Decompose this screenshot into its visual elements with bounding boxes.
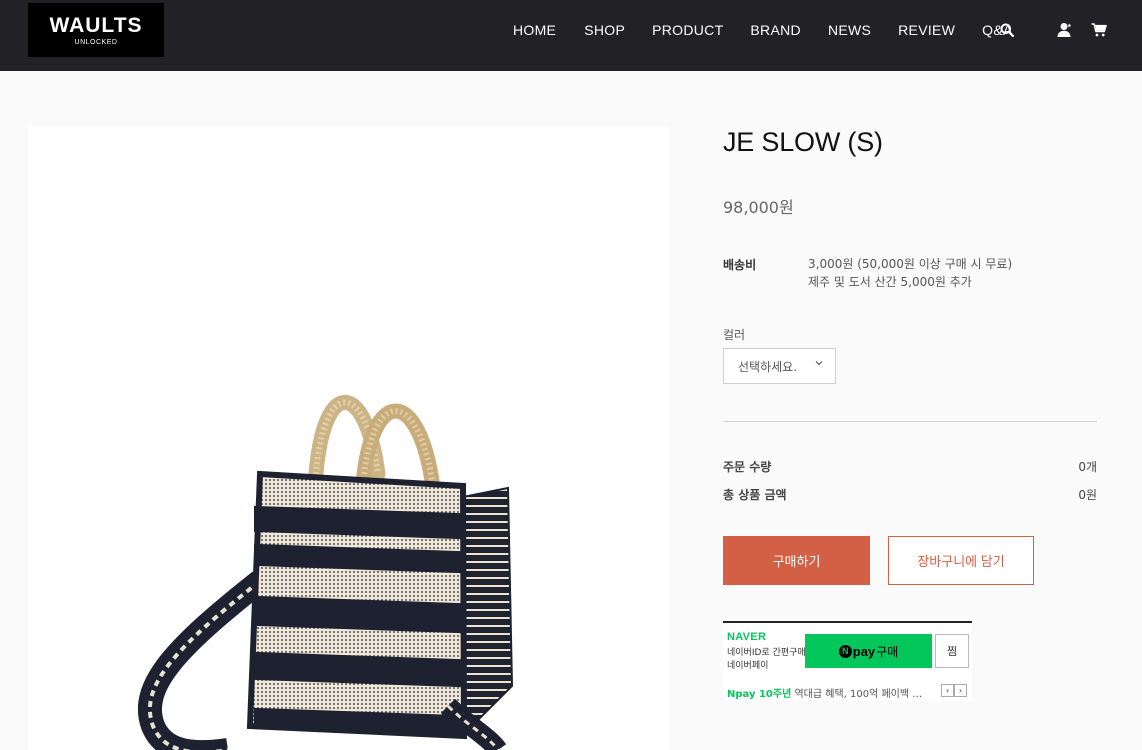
promo-nav: ‹ ›	[941, 684, 967, 697]
naver-pay-buy-button[interactable]: N pay 구매	[805, 634, 932, 668]
naver-n-icon: N	[838, 644, 852, 658]
promo-text: 역대급 혜택, 100억 페이백 …	[794, 689, 923, 700]
pay-word: pay	[852, 643, 876, 659]
site-logo[interactable]: WAULTS UNLOCKED	[28, 3, 164, 57]
naver-pay-name: 네이버페이	[727, 661, 769, 671]
add-to-cart-button[interactable]: 장바구니에 담기	[888, 536, 1034, 585]
product-title: JE SLOW (S)	[723, 127, 883, 157]
promo-highlight: Npay 10주년	[727, 689, 792, 700]
wishlist-button[interactable]: 찜	[935, 634, 969, 668]
color-option-label: 컬러	[723, 328, 746, 342]
order-quantity-value: 0개	[1078, 460, 1097, 474]
next-arrow-icon[interactable]: ›	[954, 684, 967, 697]
tote-bag-illustration	[137, 394, 514, 750]
shipping-fee-text: 3,000원 (50,000원 이상 구매 시 무료)	[808, 257, 1013, 271]
header-icons	[998, 20, 1108, 40]
color-select[interactable]: 선택하세요.	[723, 348, 836, 384]
product-image	[28, 126, 669, 750]
total-price-value: 0원	[1078, 488, 1097, 502]
buy-now-button[interactable]: 구매하기	[723, 536, 870, 585]
nav-review[interactable]: REVIEW	[898, 20, 955, 40]
naver-pay-widget: NAVER 네이버ID로 간편구매 네이버페이 N pay 구매 찜 Npay …	[723, 621, 972, 701]
cart-icon[interactable]	[1090, 20, 1108, 40]
prev-arrow-icon[interactable]: ‹	[941, 684, 954, 697]
logo-subtext: UNLOCKED	[74, 39, 118, 46]
nav-home[interactable]: HOME	[513, 20, 556, 40]
shipping-extra-text: 제주 및 도서 산간 5,000원 추가	[808, 275, 972, 289]
nav-brand[interactable]: BRAND	[750, 20, 801, 40]
top-navigation-bar: WAULTS UNLOCKED HOME SHOP PRODUCT BRAND …	[0, 0, 1142, 71]
pay-action: 구매	[876, 644, 899, 659]
color-select-value: 선택하세요.	[738, 359, 798, 374]
user-icon[interactable]	[1056, 20, 1074, 40]
npay-promo[interactable]: Npay 10주년 역대급 혜택, 100억 페이백 …	[727, 685, 922, 700]
naver-brand: NAVER	[727, 631, 767, 643]
total-price-label: 총 상품 금액	[723, 488, 787, 502]
nav-shop[interactable]: SHOP	[584, 20, 625, 40]
chevron-down-icon	[815, 359, 823, 370]
shipping-label: 배송비	[723, 258, 757, 272]
nav-news[interactable]: NEWS	[828, 20, 871, 40]
search-icon[interactable]	[998, 20, 1016, 40]
product-price: 98,000원	[723, 198, 794, 217]
main-nav: HOME SHOP PRODUCT BRAND NEWS REVIEW Q&A	[513, 20, 1013, 40]
nav-product[interactable]: PRODUCT	[652, 20, 723, 40]
logo-text: WAULTS	[49, 14, 143, 37]
naver-pay-desc: 네이버ID로 간편구매	[727, 648, 806, 658]
section-divider	[723, 421, 1097, 422]
order-quantity-label: 주문 수량	[723, 460, 772, 474]
